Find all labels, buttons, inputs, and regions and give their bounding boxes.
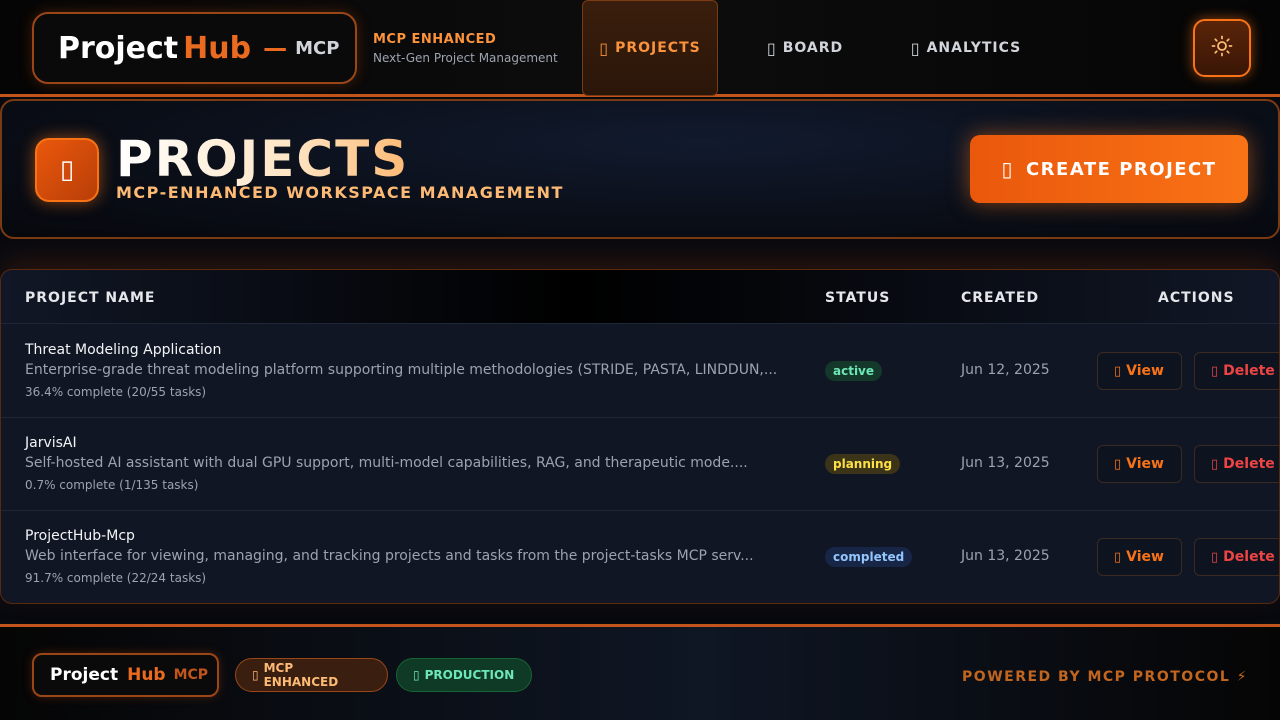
create-project-button[interactable]: ▯ CREATE PROJECT (970, 135, 1248, 203)
footer: Project Hub MCP ▯ MCP ENHANCED ▯ PRODUCT… (0, 624, 1280, 720)
delete-label: Delete (1223, 549, 1275, 565)
project-progress: 91.7% complete (22/24 tasks) (25, 571, 207, 585)
tab-board[interactable]: ▯ BOARD (752, 0, 858, 96)
plus-icon: ▯ (1001, 157, 1014, 181)
bolt-icon: ▯ (252, 668, 259, 682)
view-button[interactable]: ▯ View (1097, 445, 1182, 483)
footer-logo[interactable]: Project Hub MCP (32, 653, 219, 697)
delete-label: Delete (1223, 363, 1275, 379)
delete-button[interactable]: ▯ Delete (1194, 352, 1279, 390)
project-description: Enterprise-grade threat modeling platfor… (25, 362, 778, 378)
project-name[interactable]: ProjectHub-Mcp (25, 528, 135, 544)
view-button[interactable]: ▯ View (1097, 538, 1182, 576)
logo-project-text: Project (58, 30, 179, 66)
view-label: View (1126, 363, 1164, 379)
sun-icon (1210, 34, 1234, 62)
table-row[interactable]: Threat Modeling Application Enterprise-g… (1, 325, 1279, 418)
production-label: PRODUCTION (424, 668, 515, 682)
project-description: Self-hosted AI assistant with dual GPU s… (25, 455, 748, 471)
projects-table: PROJECT NAME STATUS CREATED ACTIONS Thre… (0, 269, 1280, 604)
created-date: Jun 13, 2025 (961, 455, 1050, 471)
trash-icon: ▯ (1211, 549, 1219, 565)
tab-analytics-label: ANALYTICS (926, 40, 1022, 56)
projects-folder-icon: ▯ (35, 138, 99, 202)
eye-icon: ▯ (1114, 456, 1122, 472)
status-badge: active (825, 361, 883, 381)
tagline-title: MCP ENHANCED (373, 32, 497, 47)
status-badge: completed (825, 547, 913, 567)
table-header: PROJECT NAME STATUS CREATED ACTIONS (1, 270, 1279, 324)
folder-icon: ▯ (599, 38, 610, 58)
mcp-enhanced-badge: ▯ MCP ENHANCED (235, 658, 388, 692)
tab-analytics[interactable]: ▯ ANALYTICS (896, 0, 1036, 96)
view-label: View (1126, 456, 1164, 472)
table-row[interactable]: JarvisAI Self-hosted AI assistant with d… (1, 418, 1279, 511)
column-header-project-name[interactable]: PROJECT NAME (25, 290, 155, 306)
column-header-actions: ACTIONS (1158, 290, 1235, 306)
project-progress: 0.7% complete (1/135 tasks) (25, 478, 199, 492)
trash-icon: ▯ (1211, 363, 1219, 379)
logo-mcp-text: MCP (295, 37, 340, 59)
view-button[interactable]: ▯ View (1097, 352, 1182, 390)
tagline-subtitle: Next-Gen Project Management (373, 51, 558, 65)
production-badge: ▯ PRODUCTION (396, 658, 532, 692)
trash-icon: ▯ (1211, 456, 1219, 472)
create-project-label: CREATE PROJECT (1025, 158, 1217, 180)
eye-icon: ▯ (1114, 363, 1122, 379)
tab-projects-label: PROJECTS (615, 40, 701, 56)
project-name[interactable]: JarvisAI (25, 435, 77, 451)
powered-by-text: POWERED BY MCP PROTOCOL ⚡ (962, 669, 1248, 685)
tab-board-label: BOARD (782, 40, 844, 56)
check-icon: ▯ (413, 668, 420, 682)
project-description: Web interface for viewing, managing, and… (25, 548, 754, 564)
mcp-enhanced-label: MCP ENHANCED (263, 661, 339, 689)
created-date: Jun 12, 2025 (961, 362, 1050, 378)
top-header: Project Hub — MCP MCP ENHANCED Next-Gen … (0, 0, 1280, 97)
theme-toggle-button[interactable] (1193, 19, 1251, 77)
created-date: Jun 13, 2025 (961, 548, 1050, 564)
tagline: MCP ENHANCED Next-Gen Project Management (373, 32, 558, 65)
page-subtitle: MCP-ENHANCED WORKSPACE MANAGEMENT (116, 183, 564, 202)
footer-logo-mcp: MCP (173, 667, 209, 683)
table-row[interactable]: ProjectHub-Mcp Web interface for viewing… (1, 511, 1279, 603)
page-title: PROJECTS (116, 130, 410, 188)
project-progress: 36.4% complete (20/55 tasks) (25, 385, 207, 399)
delete-button[interactable]: ▯ Delete (1194, 538, 1279, 576)
column-header-status[interactable]: STATUS (825, 290, 890, 306)
tab-projects[interactable]: ▯ PROJECTS (582, 0, 718, 96)
eye-icon: ▯ (1114, 549, 1122, 565)
page-heading-panel: ▯ PROJECTS MCP-ENHANCED WORKSPACE MANAGE… (0, 99, 1280, 239)
board-icon: ▯ (766, 38, 777, 58)
delete-label: Delete (1223, 456, 1275, 472)
delete-button[interactable]: ▯ Delete (1194, 445, 1279, 483)
app-logo[interactable]: Project Hub — MCP (32, 12, 357, 84)
logo-dash: — (263, 34, 288, 62)
status-badge: planning (825, 454, 901, 474)
column-header-created[interactable]: CREATED (961, 290, 1039, 306)
footer-logo-hub: Hub (127, 665, 166, 685)
project-name[interactable]: Threat Modeling Application (25, 342, 221, 358)
footer-logo-project: Project (50, 665, 119, 685)
logo-hub-text: Hub (183, 30, 252, 66)
chart-icon: ▯ (910, 38, 921, 58)
view-label: View (1126, 549, 1164, 565)
